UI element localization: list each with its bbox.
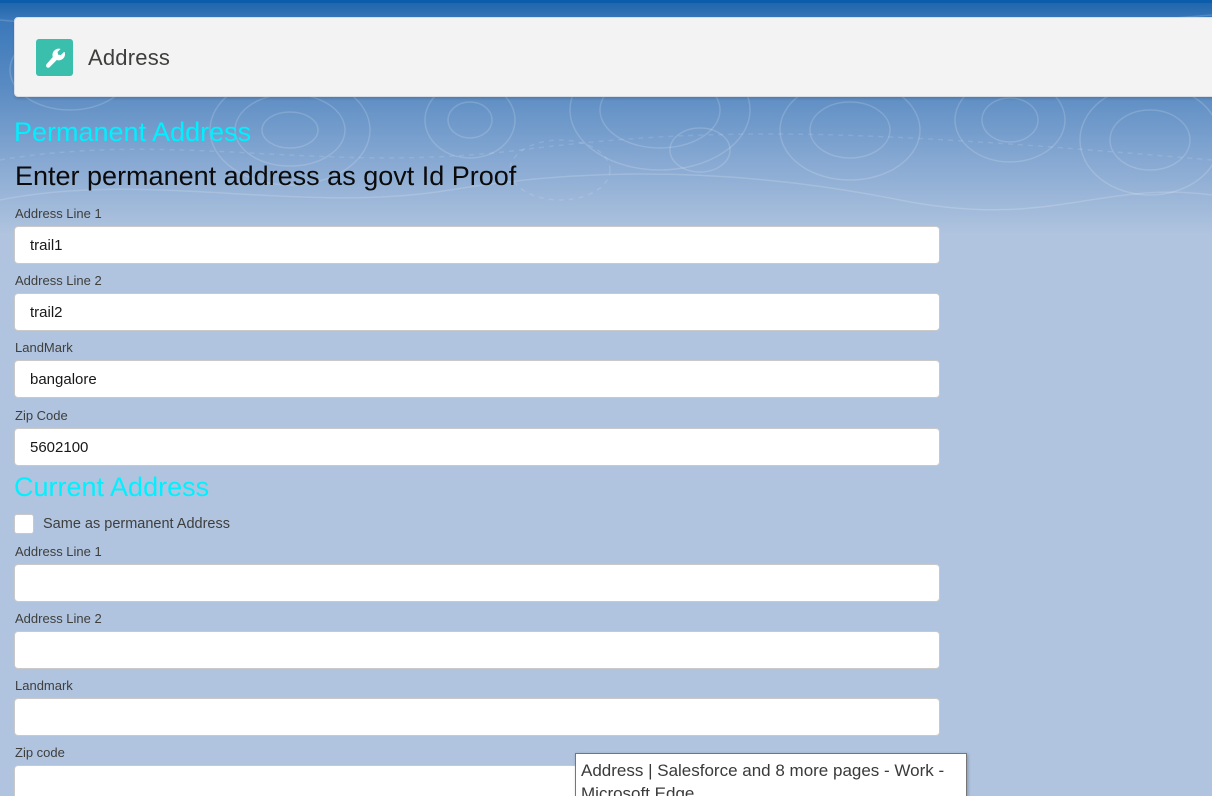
wrench-icon <box>36 39 73 76</box>
permanent-zip-input[interactable] <box>14 428 940 466</box>
permanent-zip-label: Zip Code <box>15 408 68 423</box>
current-landmark-label: Landmark <box>15 678 73 693</box>
page-header: Address <box>14 17 1212 97</box>
permanent-landmark-input[interactable] <box>14 360 940 398</box>
permanent-address-subtitle: Enter permanent address as govt Id Proof <box>15 161 517 191</box>
tooltip-line2: Microsoft Edge <box>581 784 695 796</box>
current-address-line2-input[interactable] <box>14 631 940 669</box>
current-address-line2-label: Address Line 2 <box>15 611 102 626</box>
permanent-address-line2-input[interactable] <box>14 293 940 331</box>
current-address-line1-label: Address Line 1 <box>15 544 102 559</box>
current-address-line1-input[interactable] <box>14 564 940 602</box>
permanent-address-line1-input[interactable] <box>14 226 940 264</box>
window-tooltip: Address | Salesforce and 8 more pages - … <box>575 753 967 796</box>
same-as-permanent-label: Same as permanent Address <box>43 516 230 532</box>
current-address-heading: Current Address <box>14 472 210 502</box>
same-as-permanent-row[interactable]: Same as permanent Address <box>14 514 230 534</box>
permanent-landmark-label: LandMark <box>15 340 73 355</box>
permanent-address-heading: Permanent Address <box>14 117 252 147</box>
permanent-address-line2-label: Address Line 2 <box>15 273 102 288</box>
same-as-permanent-checkbox[interactable] <box>14 514 34 534</box>
current-landmark-input[interactable] <box>14 698 940 736</box>
current-zip-label: Zip code <box>15 745 65 760</box>
page-title: Address <box>88 45 171 70</box>
tooltip-line1: Address | Salesforce and 8 more pages - … <box>581 761 945 780</box>
permanent-address-line1-label: Address Line 1 <box>15 206 102 221</box>
top-accent-bar <box>0 0 1212 3</box>
